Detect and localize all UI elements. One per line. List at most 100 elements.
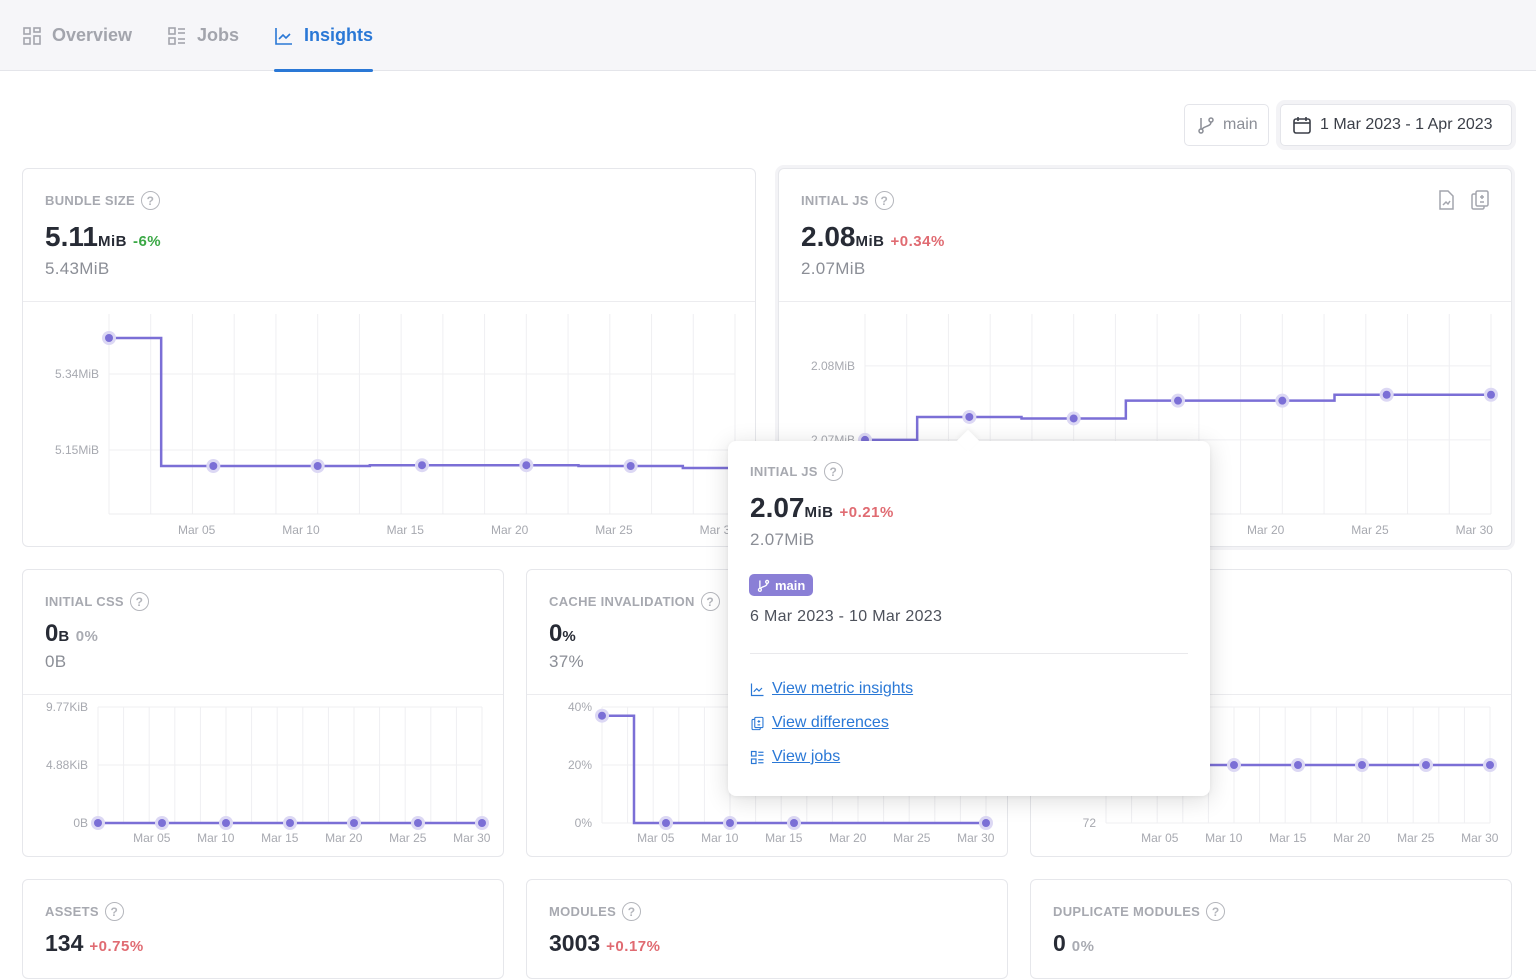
view-metric-insights-link[interactable]: View metric insights: [750, 680, 913, 698]
x-tick-label: Mar 30: [1461, 831, 1499, 845]
tooltip-date-range: 6 Mar 2023 - 10 Mar 2023: [750, 608, 943, 625]
data-point[interactable]: [626, 462, 635, 470]
file-diff-icon: [751, 716, 764, 730]
data-point[interactable]: [662, 819, 670, 827]
x-tick-label: Mar 15: [261, 831, 299, 845]
data-point[interactable]: [350, 819, 358, 827]
data-point[interactable]: [1278, 396, 1287, 405]
data-point[interactable]: [1487, 390, 1495, 399]
data-point[interactable]: [209, 462, 218, 470]
modules-card[interactable]: MODULES? 3003 +0.17%: [526, 879, 1008, 979]
data-point[interactable]: [222, 819, 230, 827]
card-title: CACHE INVALIDATION?: [549, 592, 720, 611]
metric-value: 5.11 MiB -6%: [45, 221, 161, 253]
data-point[interactable]: [726, 819, 734, 827]
data-point[interactable]: [982, 819, 990, 827]
card-actions: [1435, 189, 1491, 211]
view-differences-link[interactable]: View differences: [750, 714, 889, 732]
branch-filter-label: main: [1223, 116, 1258, 133]
initial-css-chart[interactable]: 9.77KiB 4.88KiB 0B Mar 05 Mar 10 Mar 15 Mar 20…: [23, 695, 504, 857]
data-point[interactable]: [1422, 761, 1430, 769]
metric-value: 0 0%: [1053, 930, 1094, 957]
y-tick-label: 20%: [568, 758, 592, 772]
branch-filter-button[interactable]: main: [1184, 104, 1269, 146]
data-point[interactable]: [313, 462, 322, 470]
data-point[interactable]: [1069, 414, 1078, 423]
initial-css-card[interactable]: INITIAL CSS? 0 B 0% 0B 9.77KiB 4.88KiB 0B M…: [22, 569, 504, 857]
x-tick-label: Mar 30: [957, 831, 995, 845]
view-differences-label: View differences: [772, 714, 889, 731]
duplicate-modules-card[interactable]: DUPLICATE MODULES? 0 0%: [1030, 879, 1512, 979]
card-title: INITIAL JS?: [801, 191, 894, 210]
metric-delta: -6%: [132, 233, 162, 250]
x-tick-label: Mar 25: [1351, 523, 1389, 537]
metric-baseline: 2.07MiB: [801, 259, 866, 278]
help-icon[interactable]: ?: [823, 462, 843, 481]
data-point[interactable]: [1174, 396, 1182, 405]
x-tick-label: Mar 15: [387, 523, 425, 537]
data-point[interactable]: [1486, 761, 1494, 769]
help-icon[interactable]: ?: [140, 191, 160, 210]
help-icon[interactable]: ?: [622, 902, 642, 921]
data-point[interactable]: [94, 819, 102, 827]
tab-jobs[interactable]: Jobs: [167, 0, 239, 71]
metric-number: 0: [1053, 930, 1066, 956]
y-tick-label: 9.77KiB: [46, 700, 88, 714]
branch-badge: main: [749, 574, 814, 596]
tab-insights[interactable]: Insights: [274, 0, 374, 72]
x-tick-label: Mar 25: [595, 523, 633, 537]
data-point[interactable]: [158, 819, 166, 827]
view-jobs-label: View jobs: [772, 748, 841, 765]
y-tick-label: 5.15MiB: [55, 443, 99, 457]
assets-card[interactable]: ASSETS? 134 +0.75%: [22, 879, 504, 979]
metric-delta: 0%: [1071, 938, 1095, 955]
line-chart-icon: [750, 683, 764, 696]
x-tick-label: Mar 20: [1333, 831, 1371, 845]
help-icon[interactable]: ?: [104, 902, 124, 921]
data-point[interactable]: [1294, 761, 1302, 769]
metric-number: 5.11: [45, 221, 98, 252]
branch-badge-label: main: [775, 577, 806, 593]
data-point[interactable]: [1382, 390, 1391, 399]
metric-value: 2.08 MiB +0.34%: [801, 221, 945, 253]
help-icon[interactable]: ?: [1206, 902, 1226, 921]
metric-number: 3003: [549, 930, 601, 956]
metric-delta: +0.34%: [890, 233, 945, 250]
data-point[interactable]: [286, 819, 294, 827]
file-diff-icon[interactable]: [1469, 189, 1491, 211]
data-point[interactable]: [105, 334, 113, 342]
tab-overview[interactable]: Overview: [22, 0, 132, 71]
y-tick-label: 0B: [73, 816, 88, 830]
data-point[interactable]: [1230, 761, 1238, 769]
x-tick-label: Mar 10: [701, 831, 739, 845]
metric-number: 0: [45, 620, 59, 647]
card-title: DUPLICATE MODULES?: [1053, 902, 1226, 921]
help-icon[interactable]: ?: [129, 592, 149, 611]
data-point[interactable]: [598, 711, 606, 720]
view-jobs-link[interactable]: View jobs: [750, 748, 840, 766]
y-tick-label: 2.08MiB: [811, 359, 855, 373]
data-point[interactable]: [790, 819, 798, 827]
card-title: BUNDLE SIZE?: [45, 191, 160, 210]
help-icon[interactable]: ?: [874, 191, 894, 210]
data-point[interactable]: [1358, 761, 1366, 769]
data-point[interactable]: [478, 819, 486, 827]
x-tick-label: Mar 25: [389, 831, 427, 845]
x-tick-label: Mar 20: [1247, 523, 1285, 537]
metric-value: 0 %: [549, 620, 576, 648]
tooltip-value: 2.07 MiB +0.21%: [750, 492, 894, 524]
data-point[interactable]: [414, 819, 422, 827]
data-point[interactable]: [965, 412, 974, 421]
card-title: MODULES?: [549, 902, 642, 921]
bundle-size-card[interactable]: BUNDLE SIZE? 5.11 MiB -6% 5.43MiB 5.34Mi…: [22, 168, 756, 547]
x-tick-label: Mar 10: [197, 831, 235, 845]
tooltip-title: INITIAL JS?: [750, 462, 843, 481]
help-icon[interactable]: ?: [700, 592, 720, 611]
bundle-size-chart[interactable]: 5.34MiB 5.15MiB Mar 05 Mar 10 Mar 15 Mar 20 Ma…: [23, 302, 756, 547]
card-title: INITIAL CSS?: [45, 592, 149, 611]
data-point[interactable]: [522, 461, 531, 470]
x-tick-label: Mar 20: [829, 831, 867, 845]
data-point[interactable]: [418, 461, 426, 470]
date-range-button[interactable]: 1 Mar 2023 - 1 Apr 2023: [1280, 104, 1512, 146]
file-chart-icon[interactable]: [1435, 189, 1457, 211]
